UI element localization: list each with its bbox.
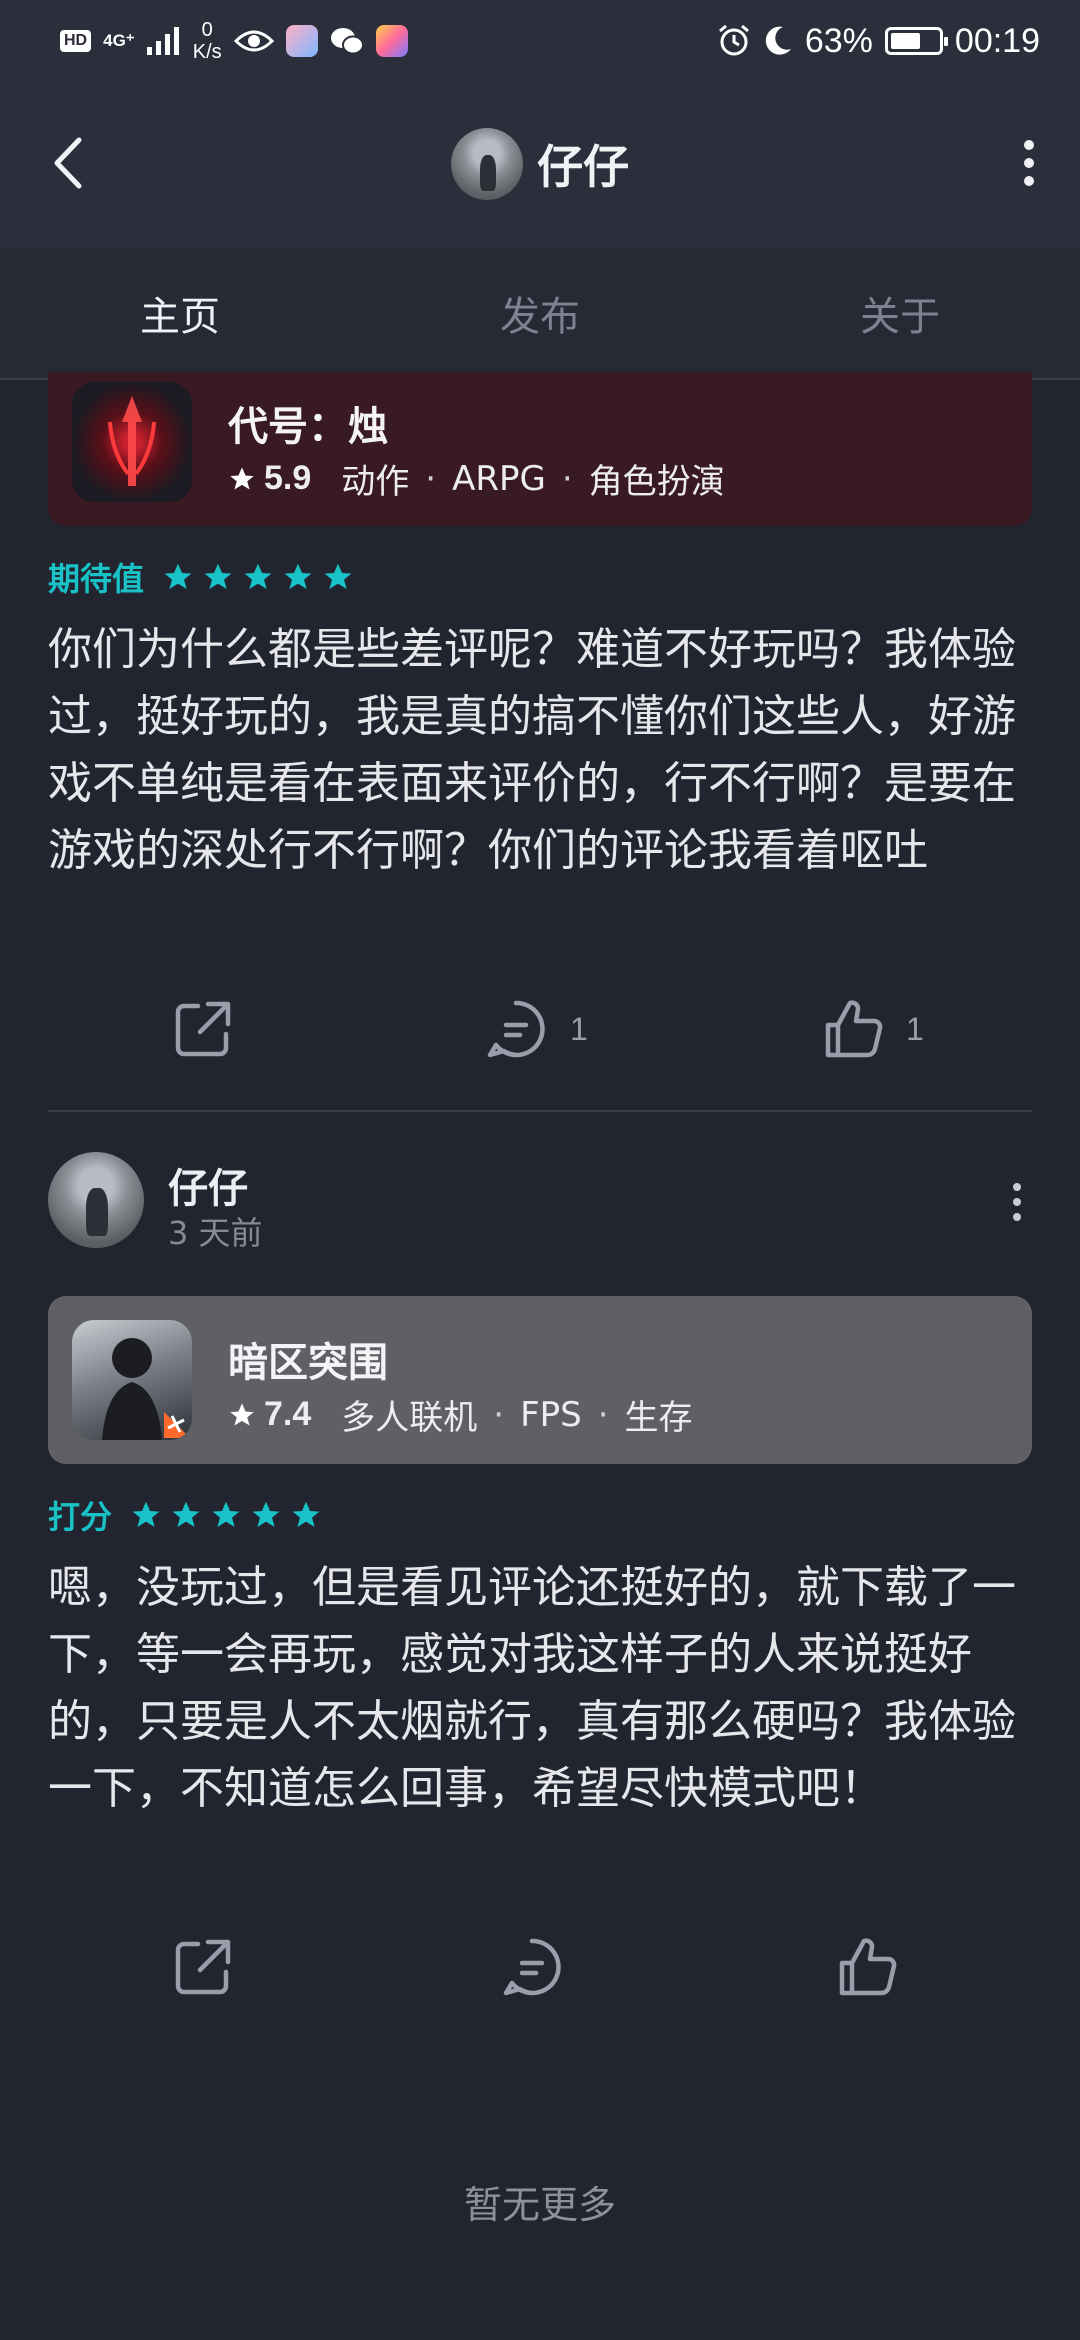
share-icon [175,1939,231,1995]
comment-count: 1 [570,1010,588,1047]
star-icon [292,1501,320,1527]
comment-icon [503,1938,561,1996]
star-icon [244,563,272,589]
status-left: HD 4G⁺ 0 K/s [60,16,408,66]
wechat-icon [330,28,364,55]
star-icon [204,563,232,589]
rating-row: 打分 [48,1492,322,1538]
header-profile[interactable]: 仔仔 [0,126,1080,202]
more-vertical-icon [1013,1183,1021,1221]
game-score: 7.4 [264,1395,312,1433]
speed-value: 0 [201,19,213,41]
like-count: 1 [906,1010,924,1047]
network-speed: 0 K/s [193,19,222,63]
share-button[interactable] [172,1922,234,2012]
battery-percent: 63% [804,21,873,60]
tab-posts[interactable]: 发布 [360,248,720,378]
post-actions: 1 1 [0,984,1080,1074]
star-icon [284,563,312,589]
game-tag: 动作 [341,462,410,502]
star-icon [324,563,352,589]
review-text: 你们为什么都是些差评呢？难道不好玩吗？我体验过，挺好玩的，我是真的搞不懂你们这些… [48,624,1016,876]
tag-separator: · [597,1394,609,1435]
app-icon [375,25,408,57]
post-divider [48,1110,1032,1112]
tab-label: 主页 [140,294,220,340]
status-right: 63% 00:19 [717,16,1040,66]
clock: 00:19 [954,21,1040,60]
share-button[interactable] [172,984,234,1074]
speed-unit: K/s [192,41,222,63]
star-icon [212,1501,240,1527]
author-name[interactable]: 仔仔 [168,1156,248,1214]
rating-label: 期待值 [48,560,145,598]
signal-icon [146,27,179,55]
moon-icon [765,26,791,55]
comment-icon [487,1000,545,1058]
page-title: 仔仔 [537,140,629,194]
hd-badge: HD [60,30,92,52]
game-icon [72,382,192,502]
tab-home[interactable]: 主页 [0,248,360,380]
avatar-figure [86,1188,108,1237]
comment-button[interactable] [500,1922,586,2012]
star-icon [172,1501,200,1527]
tab-label: 关于 [860,294,940,340]
game-tag: 多人联机 [341,1398,478,1438]
review-text: 嗯，没玩过，但是看见评论还挺好的，就下载了一下，等一会再玩，感觉对我这样子的人来… [48,1562,1016,1814]
eye-icon [233,30,274,52]
tag-separator: · [493,1394,505,1435]
game-tag: ARPG [452,458,546,499]
rating-row: 期待值 [48,554,354,600]
star-icon [252,1501,280,1527]
post-actions [0,1922,1080,2012]
tab-label: 发布 [500,294,580,340]
game-meta: 7.4 多人联机 · FPS · 生存 [228,1390,693,1439]
like-button[interactable] [834,1922,920,2012]
thumbs-up-icon [839,1938,897,1996]
like-button[interactable]: 1 [820,984,924,1074]
avatar-figure [479,155,496,192]
avatar[interactable] [48,1152,144,1248]
game-tag: 角色扮演 [588,462,725,502]
more-vertical-icon [1024,140,1034,186]
alarm-icon [718,24,749,56]
game-icon [72,1320,192,1440]
avatar[interactable] [451,128,523,200]
star-icon [132,1501,160,1527]
game-name: 代号：烛 [228,404,388,450]
battery-level [890,33,920,49]
game-card[interactable]: 代号：烛 5.9 动作 · ARPG · 角色扮演 [48,372,1032,526]
game-tag: 生存 [624,1398,693,1438]
star-icon [164,563,192,589]
game-logo-icon [108,396,156,486]
battery-icon [884,27,948,55]
tab-bar: 主页 发布 关于 [0,248,1080,380]
tab-about[interactable]: 关于 [720,248,1080,378]
post-time: 3 天前 [168,1214,263,1252]
app-header: 仔仔 [0,82,1080,248]
soldier-icon [102,1338,190,1440]
more-button[interactable] [1004,128,1054,198]
share-icon [175,1001,231,1057]
game-meta: 5.9 动作 · ARPG · 角色扮演 [228,454,725,503]
star-icon [230,1402,254,1425]
tag-separator: · [561,458,573,499]
status-bar: HD 4G⁺ 0 K/s 63% 00:19 [0,0,1080,82]
game-tag: FPS [520,1394,582,1435]
post-author: 仔仔 3 天前 [48,1152,1032,1252]
star-icon [230,466,254,489]
game-score: 5.9 [264,459,312,497]
game-name: 暗区突围 [228,1340,388,1386]
app-icon [285,25,318,57]
game-card[interactable]: 暗区突围 7.4 多人联机 · FPS · 生存 [48,1296,1032,1464]
thumbs-up-icon [825,1000,883,1058]
network-type: 4G⁺ [103,31,135,50]
tag-separator: · [425,458,437,499]
post-more-button[interactable] [1002,1172,1032,1232]
comment-button[interactable]: 1 [484,984,588,1074]
rating-label: 打分 [48,1498,113,1536]
no-more-label: 暂无更多 [463,2183,616,2227]
